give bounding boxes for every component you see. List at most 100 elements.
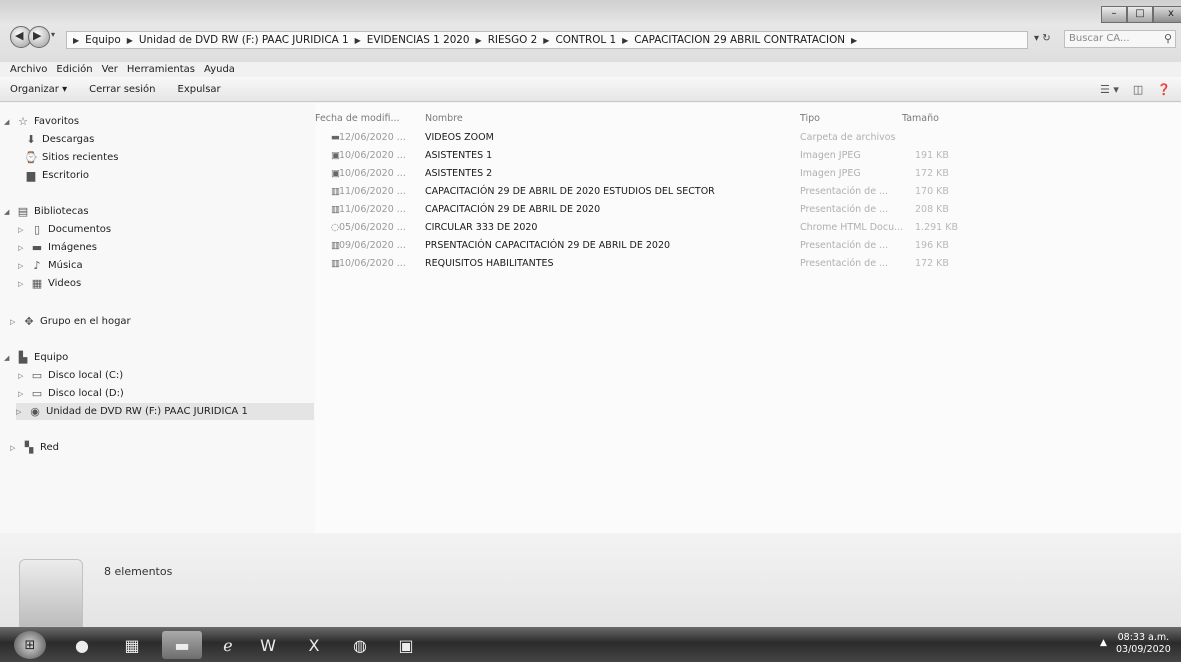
breadcrumb-chevron-icon[interactable]: ▶ xyxy=(355,36,361,45)
column-header-type[interactable]: Tipo xyxy=(800,113,820,124)
nav-item-disco-d[interactable]: ▷ ▭ Disco local (D:) xyxy=(18,387,124,400)
nav-libraries[interactable]: ◢ ▤ Bibliotecas xyxy=(4,205,89,218)
search-icon[interactable]: ⚲ xyxy=(1164,32,1172,45)
breadcrumb-chevron-icon[interactable]: ▶ xyxy=(543,36,549,45)
explorer-icon[interactable]: ▬ xyxy=(162,631,202,659)
file-name: VIDEOS ZOOM xyxy=(425,132,494,143)
help-icon[interactable]: ❓ xyxy=(1157,83,1171,96)
breadcrumb-chevron-icon[interactable]: ▶ xyxy=(127,36,133,45)
file-row[interactable]: ▥ 09/06/2020 ... PRSENTACIÓN CAPACITACIÓ… xyxy=(315,240,1181,254)
breadcrumb-root-chevron-icon[interactable]: ▶ xyxy=(73,36,79,45)
nav-computer-label: Equipo xyxy=(34,352,69,363)
file-row[interactable]: ▣ 10/06/2020 ... ASISTENTES 2 Imagen JPE… xyxy=(315,168,1181,182)
recent-places-icon: ⌚ xyxy=(24,151,38,164)
breadcrumb-equipo[interactable]: Equipo xyxy=(85,34,121,46)
show-hidden-icons-icon[interactable]: ▲ xyxy=(1100,638,1107,648)
preview-pane-icon[interactable]: ◫ xyxy=(1133,83,1143,96)
taskbar: ⊞ ● ▦ ▬ ℯ W X ◍ ▣ ▲ 08:33 a.m. 03/09/202… xyxy=(0,627,1181,662)
breadcrumb-dvd-drive[interactable]: Unidad de DVD RW (F:) PAAC JURIDICA 1 xyxy=(139,34,349,46)
breadcrumb-chevron-icon[interactable]: ▶ xyxy=(622,36,628,45)
nav-item-label: Documentos xyxy=(48,224,112,235)
close-button[interactable]: x xyxy=(1153,6,1181,23)
collapse-arrow-icon[interactable]: ◢ xyxy=(4,208,12,216)
calculator-icon[interactable]: ▦ xyxy=(112,631,152,659)
address-bar[interactable]: ▶ Equipo ▶ Unidad de DVD RW (F:) PAAC JU… xyxy=(66,31,1028,49)
file-row[interactable]: ▣ 10/06/2020 ... ASISTENTES 1 Imagen JPE… xyxy=(315,150,1181,164)
nav-item-disco-c[interactable]: ▷ ▭ Disco local (C:) xyxy=(18,369,123,382)
breadcrumb-control[interactable]: CONTROL 1 xyxy=(555,34,616,46)
nav-item-musica[interactable]: ▷ ♪ Música xyxy=(18,259,83,272)
nav-item-dvd-drive[interactable]: ▷ ◉ Unidad de DVD RW (F:) PAAC JURIDICA … xyxy=(16,403,314,420)
breadcrumb-chevron-icon[interactable]: ▶ xyxy=(851,36,857,45)
eject-button[interactable]: Expulsar xyxy=(178,84,221,95)
column-header-size[interactable]: Tamaño xyxy=(902,113,939,124)
expand-arrow-icon[interactable]: ▷ xyxy=(16,408,24,416)
chrome-icon[interactable]: ◍ xyxy=(340,631,380,659)
nav-item-sitios-recientes[interactable]: ⌚ Sitios recientes xyxy=(24,151,118,164)
menu-ver[interactable]: Ver xyxy=(102,64,118,75)
change-view-icon[interactable]: ☰ ▾ xyxy=(1100,83,1119,96)
organize-button[interactable]: Organizar ▾ xyxy=(10,84,67,95)
expand-arrow-icon[interactable]: ▷ xyxy=(18,390,26,398)
breadcrumb-evidencias[interactable]: EVIDENCIAS 1 2020 xyxy=(367,34,470,46)
file-row[interactable]: ▥ 10/06/2020 ... REQUISITOS HABILITANTES… xyxy=(315,258,1181,272)
menu-edicion[interactable]: Edición xyxy=(56,64,92,75)
expand-arrow-icon[interactable]: ▷ xyxy=(18,226,26,234)
expand-arrow-icon[interactable]: ▷ xyxy=(10,444,18,452)
videos-icon: ▦ xyxy=(31,277,43,290)
column-header-name[interactable]: Nombre xyxy=(425,113,463,124)
nav-item-documentos[interactable]: ▷ ▯ Documentos xyxy=(18,223,111,236)
expand-arrow-icon[interactable]: ▷ xyxy=(18,244,26,252)
media-player-icon[interactable]: ● xyxy=(62,631,102,659)
nav-homegroup[interactable]: ▷ ✥ Grupo en el hogar xyxy=(10,315,131,328)
breadcrumb-capacitacion[interactable]: CAPACITACION 29 ABRIL CONTRATACION xyxy=(634,34,845,46)
menu-ayuda[interactable]: Ayuda xyxy=(204,64,235,75)
breadcrumb-riesgo[interactable]: RIESGO 2 xyxy=(488,34,538,46)
nav-item-videos[interactable]: ▷ ▦ Videos xyxy=(18,277,81,290)
forward-button[interactable]: ▶ xyxy=(28,26,50,48)
internet-explorer-icon[interactable]: ℯ xyxy=(208,631,248,659)
breadcrumb-chevron-icon[interactable]: ▶ xyxy=(476,36,482,45)
file-row[interactable]: ▬ 12/06/2020 ... VIDEOS ZOOM Carpeta de … xyxy=(315,132,1181,146)
file-date: 09/06/2020 ... xyxy=(339,240,406,251)
nav-item-imagenes[interactable]: ▷ ▬ Imágenes xyxy=(18,241,97,254)
nav-favorites[interactable]: ◢ ☆ Favoritos xyxy=(4,115,79,128)
word-icon[interactable]: W xyxy=(248,631,288,659)
logoff-button[interactable]: Cerrar sesión xyxy=(89,84,155,95)
nav-network[interactable]: ▷ ▚ Red xyxy=(10,441,59,454)
file-size: 196 KB xyxy=(915,240,949,251)
nav-item-escritorio[interactable]: ▆ Escritorio xyxy=(24,169,89,182)
expand-arrow-icon[interactable]: ▷ xyxy=(18,372,26,380)
clock[interactable]: 08:33 a.m. 03/09/2020 xyxy=(1116,632,1171,656)
file-row[interactable]: ◌ 05/06/2020 ... CIRCULAR 333 DE 2020 Ch… xyxy=(315,222,1181,236)
nav-computer[interactable]: ◢ ▙ Equipo xyxy=(4,351,68,364)
nav-item-descargas[interactable]: ⬇ Descargas xyxy=(24,133,94,146)
search-input[interactable]: Buscar CA... ⚲ xyxy=(1064,30,1176,48)
column-header-date[interactable]: Fecha de modifi... xyxy=(315,113,400,124)
collapse-arrow-icon[interactable]: ◢ xyxy=(4,118,12,126)
video-icon[interactable]: ▣ xyxy=(386,631,426,659)
excel-icon[interactable]: X xyxy=(294,631,334,659)
item-count: 8 elementos xyxy=(104,565,173,578)
file-date: 11/06/2020 ... xyxy=(339,204,406,215)
maximize-button[interactable]: □ xyxy=(1127,6,1153,23)
minimize-button[interactable]: – xyxy=(1101,6,1127,23)
menu-archivo[interactable]: Archivo xyxy=(10,64,47,75)
file-row[interactable]: ▥ 11/06/2020 ... CAPACITACIÓN 29 DE ABRI… xyxy=(315,186,1181,200)
refresh-button[interactable]: ▾ ↻ xyxy=(1034,33,1051,44)
expand-arrow-icon[interactable]: ▷ xyxy=(18,262,26,270)
collapse-arrow-icon[interactable]: ◢ xyxy=(4,354,12,362)
menu-herramientas[interactable]: Herramientas xyxy=(127,64,195,75)
file-row[interactable]: ▥ 11/06/2020 ... CAPACITACIÓN 29 DE ABRI… xyxy=(315,204,1181,218)
documents-icon: ▯ xyxy=(33,223,41,236)
file-date: 10/06/2020 ... xyxy=(339,150,406,161)
windows-start-icon[interactable]: ⊞ xyxy=(14,631,46,659)
file-type: Chrome HTML Docu... xyxy=(800,222,904,233)
view-controls: ☰ ▾ ◫ ❓ xyxy=(1100,83,1171,96)
expand-arrow-icon[interactable]: ▷ xyxy=(10,318,18,326)
expand-arrow-icon[interactable]: ▷ xyxy=(18,280,26,288)
homegroup-icon: ✥ xyxy=(24,315,34,328)
music-icon: ♪ xyxy=(33,259,41,272)
nav-libraries-label: Bibliotecas xyxy=(34,206,89,217)
recent-pages-dropdown[interactable]: ▾ xyxy=(51,30,55,39)
